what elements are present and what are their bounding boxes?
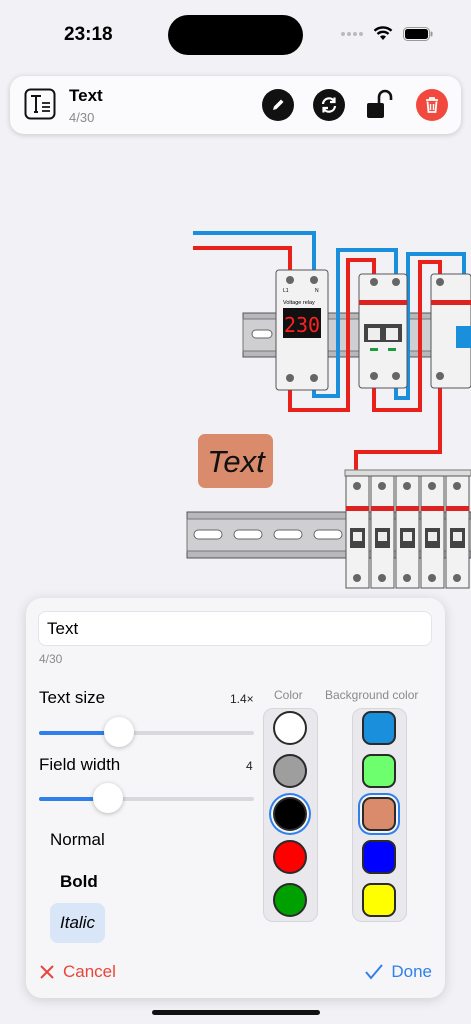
style-italic-option[interactable]: Italic xyxy=(50,903,105,943)
color-swatch-green[interactable] xyxy=(273,883,307,917)
toolbar-count: 4/30 xyxy=(69,110,95,125)
dynamic-island xyxy=(168,15,303,55)
svg-text:Text: Text xyxy=(207,444,266,479)
voltage-relay[interactable]: L1 N Voltage relay 230 xyxy=(275,269,329,391)
status-time: 23:18 xyxy=(64,24,113,45)
field-width-slider[interactable] xyxy=(39,783,254,813)
text-size-slider[interactable] xyxy=(39,717,254,747)
color-swatch-white[interactable] xyxy=(273,711,307,745)
status-bar: 23:18 xyxy=(0,0,471,70)
trash-icon xyxy=(426,97,438,113)
style-bold-option[interactable]: Bold xyxy=(60,872,98,892)
text-color-picker xyxy=(263,708,318,922)
pencil-icon xyxy=(273,99,284,110)
sync-icon xyxy=(321,97,337,113)
field-width-slider-knob[interactable] xyxy=(92,783,123,813)
text-size-slider-knob[interactable] xyxy=(103,717,134,747)
cancel-button[interactable]: Cancel xyxy=(39,962,116,982)
color-swatch-black[interactable] xyxy=(273,797,307,831)
color-swatch-gray[interactable] xyxy=(273,754,307,788)
relay-title: Voltage relay xyxy=(283,300,315,306)
checkmark-icon xyxy=(365,964,384,980)
toolbar-title: Text xyxy=(69,86,103,105)
bg-color-picker xyxy=(352,708,407,922)
edit-button[interactable] xyxy=(262,89,294,121)
done-button[interactable]: Done xyxy=(365,962,432,982)
relay-display: 230 xyxy=(284,313,320,337)
text-input[interactable] xyxy=(38,611,432,646)
status-icons xyxy=(341,26,433,41)
cancel-label: Cancel xyxy=(63,962,116,981)
text-size-value: 1.4× xyxy=(230,692,254,706)
done-label: Done xyxy=(391,962,432,981)
wifi-icon xyxy=(373,26,393,40)
rotate-button[interactable] xyxy=(313,89,345,121)
breaker-row[interactable] xyxy=(344,469,471,589)
diagram-canvas[interactable]: L1 N Voltage relay 230 Text xyxy=(0,140,471,610)
field-width-value: 4 xyxy=(246,759,253,773)
color-swatch-red[interactable] xyxy=(273,840,307,874)
signal-icon xyxy=(341,31,363,36)
delete-button[interactable] xyxy=(416,89,448,121)
bg-swatch-dark-blue[interactable] xyxy=(362,840,396,874)
breaker-rcd[interactable] xyxy=(430,273,471,389)
object-toolbar: Text 4/30 xyxy=(10,76,461,134)
field-width-label: Field width xyxy=(39,755,121,774)
svg-text:L1: L1 xyxy=(283,288,289,294)
bg-swatch-light-green[interactable] xyxy=(362,754,396,788)
battery-icon xyxy=(403,26,433,41)
breaker-double[interactable] xyxy=(358,273,408,389)
char-count: 4/30 xyxy=(39,652,63,666)
color-column-header: Color xyxy=(274,688,303,702)
svg-text:N: N xyxy=(315,288,319,294)
text-tool-icon[interactable] xyxy=(24,88,56,120)
unlock-icon[interactable] xyxy=(366,89,396,121)
bg-swatch-blue[interactable] xyxy=(362,711,396,745)
bg-color-column-header: Background color xyxy=(325,688,419,702)
home-indicator xyxy=(152,1010,320,1015)
text-size-label: Text size xyxy=(39,688,106,707)
bg-swatch-tan[interactable] xyxy=(362,797,396,831)
close-icon xyxy=(40,965,54,979)
canvas-text-label[interactable]: Text xyxy=(198,434,273,488)
style-normal-option[interactable]: Normal xyxy=(50,830,105,850)
text-edit-panel: 4/30 Text size 1.4× Field width 4 Normal… xyxy=(26,598,445,998)
bg-swatch-yellow[interactable] xyxy=(362,883,396,917)
